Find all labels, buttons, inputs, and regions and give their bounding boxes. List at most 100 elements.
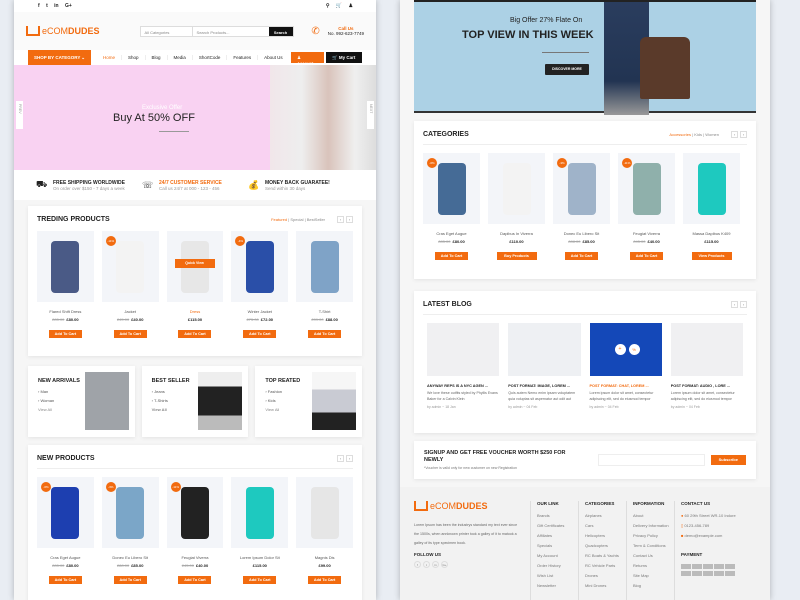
search-input[interactable]: Search Products...: [193, 27, 269, 36]
footer-link[interactable]: RC Boats & Yachts: [585, 553, 626, 558]
googleplus-icon[interactable]: G+: [441, 561, 448, 568]
blog-title[interactable]: POST FORMAT: AUDIO , LORE ...: [671, 384, 743, 388]
product-card[interactable]: Quick View Dress £115.00 Add To Cart: [166, 231, 224, 340]
add-to-cart-button[interactable]: Add To Cart: [565, 252, 598, 260]
footer-link[interactable]: Specials: [537, 543, 578, 548]
product-card[interactable]: -11% Feugiat Viverra £45.00 £40.00 Add To Ca…: [618, 153, 675, 262]
product-card[interactable]: T-Shirt £99.00 £88.00 Add To Cart: [296, 231, 353, 340]
linkedin-icon[interactable]: in: [432, 561, 439, 568]
twitter-icon[interactable]: t: [423, 561, 430, 568]
collection-link[interactable]: › Fashion: [265, 389, 312, 394]
account-button[interactable]: ♟ Account: [291, 52, 324, 66]
next-arrow-icon[interactable]: ›: [346, 455, 353, 462]
footer-link[interactable]: My Account: [537, 553, 578, 558]
blog-post[interactable]: POST FORMAT: AUDIO , LORE ... Lorem ipsum…: [670, 323, 743, 409]
product-image[interactable]: -11%: [618, 153, 675, 224]
product-name[interactable]: Donec Eu Libero Sit: [102, 555, 159, 560]
product-card[interactable]: -11% Jacket £45.00 £40.00 Add To Cart: [101, 231, 159, 340]
product-image[interactable]: Quick View: [166, 231, 224, 302]
add-to-cart-button[interactable]: Buy Products: [496, 252, 537, 260]
add-to-cart-button[interactable]: Add To Cart: [435, 252, 468, 260]
product-name[interactable]: Dress: [167, 309, 224, 314]
footer-link[interactable]: Delivery Information: [633, 523, 674, 528]
facebook-icon[interactable]: f: [38, 3, 40, 9]
search-button[interactable]: Search: [268, 26, 293, 36]
footer-link[interactable]: Quadcopters: [585, 543, 626, 548]
user-icon[interactable]: ♟: [349, 3, 353, 9]
blog-post[interactable]: ANYWAY REPS IS A NYC AGEN ... We love the…: [427, 323, 500, 409]
googleplus-icon[interactable]: G+: [65, 3, 72, 9]
product-image[interactable]: [37, 231, 94, 302]
prev-slide-button[interactable]: PREV: [16, 101, 23, 129]
product-card[interactable]: Flared Shift Dress £85.00 £80.00 Add To Car…: [37, 231, 94, 340]
blog-image[interactable]: +%: [589, 323, 662, 376]
footer-link[interactable]: About: [633, 513, 674, 518]
product-image[interactable]: -11%: [101, 231, 159, 302]
blog-post[interactable]: POST FORMAT: IMAGE, LOREM ... Quis autem …: [508, 323, 581, 409]
footer-link[interactable]: Helicopters: [585, 533, 626, 538]
footer-link[interactable]: Cars: [585, 523, 626, 528]
zoom-icon[interactable]: %: [628, 344, 640, 355]
footer-link[interactable]: Returns: [633, 563, 674, 568]
category-select[interactable]: All Categories: [141, 26, 193, 36]
product-image[interactable]: -6%: [37, 477, 94, 548]
footer-link[interactable]: Mini Drones: [585, 583, 626, 588]
product-name[interactable]: Feugiat Viverra: [618, 231, 675, 236]
view-all-link[interactable]: View All: [38, 407, 85, 412]
cart-icon[interactable]: 🛒: [336, 3, 342, 9]
next-arrow-icon[interactable]: ›: [740, 131, 747, 138]
product-image[interactable]: [296, 231, 353, 302]
product-name[interactable]: Cras Eget Augue: [423, 231, 480, 236]
nav-media[interactable]: Media: [168, 55, 193, 60]
footer-link[interactable]: Term & Conditions: [633, 543, 674, 548]
blog-title[interactable]: ANYWAY REPS IS A NYC AGEN ...: [427, 384, 499, 388]
prev-arrow-icon[interactable]: ‹: [337, 455, 344, 462]
product-card[interactable]: Magnis Dis £99.00 Add To Cart: [296, 477, 353, 586]
nav-home[interactable]: Home: [97, 55, 123, 60]
add-to-cart-button[interactable]: Add To Cart: [113, 330, 147, 338]
add-to-cart-button[interactable]: Add To Cart: [113, 576, 147, 584]
tab-accessories[interactable]: Accessories: [669, 132, 691, 137]
product-card[interactable]: -4% Winter Jacket £75.00 £72.00 Add To Cart: [231, 231, 289, 340]
product-image[interactable]: [683, 153, 740, 224]
add-to-cart-button[interactable]: Add To Cart: [243, 576, 277, 584]
product-card[interactable]: Massa Dapibus K409 £115.00 View Products: [683, 153, 740, 262]
tab-women[interactable]: Women: [705, 132, 719, 137]
product-name[interactable]: Massa Dapibus K409: [683, 231, 740, 236]
product-image[interactable]: -3%: [101, 477, 159, 548]
product-image[interactable]: -11%: [166, 477, 224, 548]
add-to-cart-button[interactable]: Add To Cart: [178, 330, 212, 338]
tab-special[interactable]: Special: [290, 217, 303, 222]
product-name[interactable]: Jacket: [102, 309, 159, 314]
product-card[interactable]: -3% Donec Eu Libero Sit £88.00 £85.00 Add To…: [101, 477, 159, 586]
footer-link[interactable]: Brands: [537, 513, 578, 518]
product-name[interactable]: T-Shirt: [296, 309, 353, 314]
product-name[interactable]: Lorem Ipsum Dolor Sit: [231, 555, 288, 560]
product-name[interactable]: Winter Jacket: [231, 309, 288, 314]
email-input[interactable]: [598, 454, 705, 466]
subscribe-button[interactable]: Subscribe: [710, 455, 746, 465]
facebook-icon[interactable]: f: [414, 561, 421, 568]
discover-more-button[interactable]: DISCOVER MORE: [545, 64, 589, 75]
next-arrow-icon[interactable]: ›: [740, 301, 747, 308]
contact-email[interactable]: demo@example.com: [685, 533, 723, 538]
prev-arrow-icon[interactable]: ‹: [337, 216, 344, 223]
tab-featured[interactable]: Featured: [271, 217, 287, 222]
linkedin-icon[interactable]: in: [54, 3, 58, 9]
prev-arrow-icon[interactable]: ‹: [731, 301, 738, 308]
logo[interactable]: e COM DUDES: [26, 26, 100, 36]
product-name[interactable]: Cras Eget Augue: [37, 555, 94, 560]
product-card[interactable]: -6% Cras Eget Augue £85.00 £80.00 Add To Car…: [423, 153, 480, 262]
footer-logo[interactable]: e COM DUDES: [414, 501, 522, 511]
quick-view-button[interactable]: Quick View: [174, 259, 215, 268]
footer-link[interactable]: Blog: [633, 583, 674, 588]
footer-link[interactable]: Newsletter: [537, 583, 578, 588]
product-image[interactable]: [231, 477, 289, 548]
prev-arrow-icon[interactable]: ‹: [731, 131, 738, 138]
add-to-cart-button[interactable]: Add To Cart: [308, 576, 342, 584]
product-image[interactable]: -3%: [553, 153, 610, 224]
product-image[interactable]: -6%: [423, 153, 480, 224]
collection-link[interactable]: › Woman: [38, 398, 85, 403]
twitter-icon[interactable]: t: [46, 3, 48, 9]
product-card[interactable]: -6% Cras Eget Augue £85.00 £80.00 Add To Car…: [37, 477, 94, 586]
